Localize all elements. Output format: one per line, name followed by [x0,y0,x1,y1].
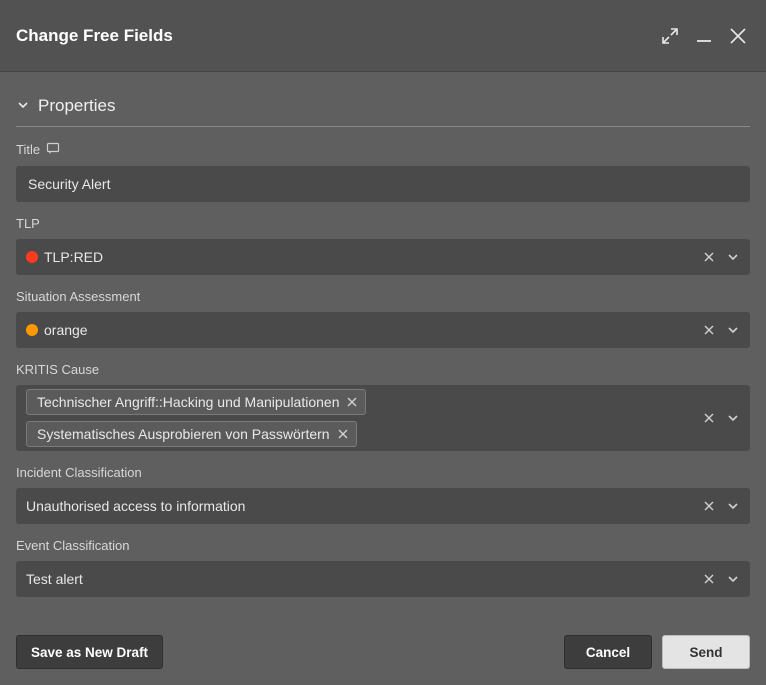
chevron-down-icon[interactable] [722,319,744,341]
chevron-down-icon[interactable] [722,407,744,429]
title-input[interactable] [16,166,750,202]
kritis-tag-label: Systematisches Ausprobieren von Passwört… [37,426,330,442]
field-label-row: Title [16,141,750,158]
tlp-dot-icon [26,251,38,263]
situation-select[interactable]: orange [16,312,750,348]
cancel-button[interactable]: Cancel [564,635,652,669]
clear-icon[interactable] [698,319,720,341]
dialog-footer: Save as New Draft Cancel Send [0,619,766,685]
kritis-tag-label: Technischer Angriff::Hacking und Manipul… [37,394,339,410]
field-event: Event Classification Test alert [16,538,750,597]
field-label: Situation Assessment [16,289,140,304]
tlp-select[interactable]: TLP:RED [16,239,750,275]
dialog-title: Change Free Fields [16,26,658,46]
remove-tag-icon[interactable] [345,395,359,409]
remove-tag-icon[interactable] [336,427,350,441]
field-label: Title [16,142,40,157]
expand-icon[interactable] [658,24,682,48]
field-label: Incident Classification [16,465,142,480]
dialog-body: Properties Title TLP [0,72,766,619]
field-label: TLP [16,216,40,231]
field-incident: Incident Classification Unauthorised acc… [16,465,750,524]
close-icon[interactable] [726,24,750,48]
field-title: Title [16,141,750,202]
clear-icon[interactable] [698,407,720,429]
incident-value: Unauthorised access to information [26,498,245,514]
clear-icon[interactable] [698,246,720,268]
kritis-select[interactable]: Technischer Angriff::Hacking und Manipul… [16,385,750,451]
dialog: Change Free Fields [0,0,766,685]
field-tlp: TLP TLP:RED [16,216,750,275]
field-label: KRITIS Cause [16,362,99,377]
chevron-down-icon [16,98,30,115]
kritis-tag: Systematisches Ausprobieren von Passwört… [26,421,357,447]
clear-icon[interactable] [698,568,720,590]
chevron-down-icon[interactable] [722,568,744,590]
send-button[interactable]: Send [662,635,750,669]
chevron-down-icon[interactable] [722,246,744,268]
field-situation: Situation Assessment orange [16,289,750,348]
situation-dot-icon [26,324,38,336]
section-title: Properties [38,96,115,116]
field-label: Event Classification [16,538,129,553]
situation-value: orange [44,322,88,338]
header-icons [658,24,750,48]
event-select[interactable]: Test alert [16,561,750,597]
section-header[interactable]: Properties [16,88,750,127]
chevron-down-icon[interactable] [722,495,744,517]
tlp-value: TLP:RED [44,249,103,265]
incident-select[interactable]: Unauthorised access to information [16,488,750,524]
save-draft-button[interactable]: Save as New Draft [16,635,163,669]
translate-icon[interactable] [46,141,60,158]
kritis-tag: Technischer Angriff::Hacking und Manipul… [26,389,366,415]
event-value: Test alert [26,571,83,587]
field-kritis: KRITIS Cause Technischer Angriff::Hackin… [16,362,750,451]
minimize-icon[interactable] [692,24,716,48]
clear-icon[interactable] [698,495,720,517]
dialog-header: Change Free Fields [0,0,766,72]
